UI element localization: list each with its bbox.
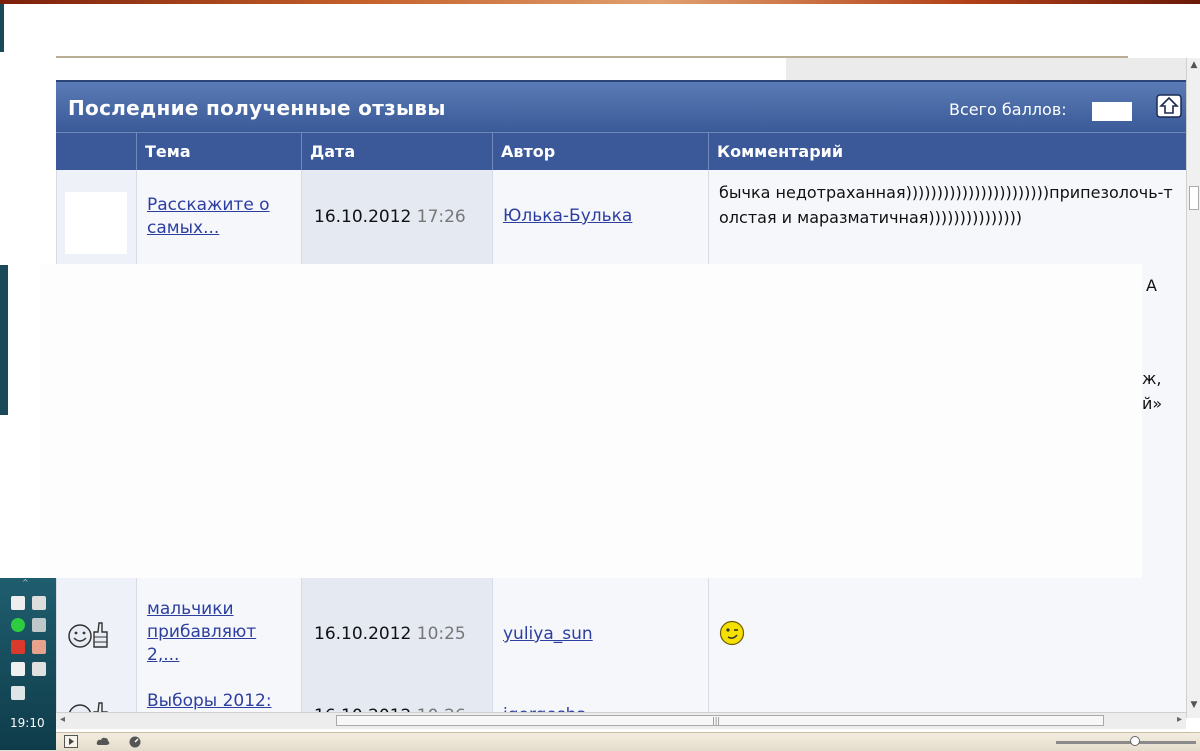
author-link[interactable]: Юлька-Булька <box>503 205 632 228</box>
overlay-panel <box>40 264 1142 578</box>
smiley-thumbs-up-icon <box>68 622 108 648</box>
scroll-up-icon[interactable]: ▲ <box>1188 60 1200 72</box>
topic-cell: Расскажите о самых... <box>136 170 301 264</box>
cloud-icon[interactable] <box>96 735 110 748</box>
play-icon[interactable] <box>64 735 78 748</box>
webcam-icon[interactable] <box>11 596 25 610</box>
left-edge-decoration-mid <box>0 265 8 415</box>
clock-time[interactable]: 19:10 <box>10 716 45 730</box>
topic-link[interactable]: Выборы 2012: <box>147 690 272 713</box>
zoom-slider[interactable] <box>1056 741 1196 744</box>
topic-cell: Выборы 2012: <box>136 680 301 714</box>
date-value: 16.10.2012 10:25 <box>314 624 466 644</box>
date-cell: 16.10.2012 10:25 <box>301 588 492 680</box>
col-header-topic[interactable]: Тема <box>136 133 301 171</box>
author-link[interactable]: yuliya_sun <box>503 623 593 646</box>
row-icon-cell <box>56 170 136 264</box>
scrollbar-thumb[interactable]: ||| <box>336 715 1104 726</box>
scrollbar-thumb[interactable] <box>1189 186 1199 210</box>
status-online-icon[interactable] <box>11 618 25 632</box>
date-cell: 16.10.2012 17:26 <box>301 170 492 264</box>
vertical-scrollbar[interactable]: ▲ ▼ <box>1186 58 1200 718</box>
col-header-date[interactable]: Дата <box>301 133 492 171</box>
horizontal-scrollbar[interactable]: ◂ ||| ▸ <box>56 712 1186 729</box>
gauge-icon[interactable] <box>128 735 142 748</box>
col-header-author[interactable]: Автор <box>492 133 708 171</box>
topic-link[interactable]: Расскажите о самых... <box>147 194 301 240</box>
speaker-muted-icon[interactable] <box>32 640 46 654</box>
smiley-wink-icon <box>719 620 745 646</box>
table-row: Расскажите о самых... 16.10.2012 17:26 Ю… <box>56 170 1186 266</box>
left-edge-decoration <box>0 4 4 52</box>
network-icon[interactable] <box>32 596 46 610</box>
total-points-value <box>1092 102 1132 121</box>
row-icon-cell <box>56 588 136 680</box>
avatar <box>65 192 127 254</box>
comment-cell <box>708 588 1186 680</box>
display-icon[interactable] <box>11 686 25 700</box>
tray-expand-icon[interactable]: ^ <box>22 578 29 587</box>
monitor-icon[interactable] <box>32 618 46 632</box>
comment-cell <box>708 680 1186 714</box>
topic-link[interactable]: мальчики прибавляют 2,... <box>147 598 267 667</box>
system-tray: ^ 19:10 <box>0 578 56 750</box>
scroll-right-icon[interactable]: ▸ <box>1177 714 1182 725</box>
bottom-toolbar <box>0 732 1200 751</box>
comment-fragment: А <box>1146 276 1157 295</box>
window-top-strip <box>0 0 1200 4</box>
scroll-left-icon[interactable]: ◂ <box>60 714 65 725</box>
table-header: Тема Дата Автор Комментарий <box>56 132 1186 171</box>
col-header-comment[interactable]: Комментарий <box>708 133 1186 171</box>
grip-icon: ||| <box>712 716 721 725</box>
up-arrow-home-icon[interactable] <box>1156 94 1182 118</box>
comment-fragment: ж, <box>1142 369 1162 388</box>
total-points-label: Всего баллов: <box>949 100 1067 119</box>
table-row: мальчики прибавляют 2,... 16.10.2012 10:… <box>56 588 1186 682</box>
author-cell: yuliya_sun <box>492 588 708 680</box>
zoom-slider-knob[interactable] <box>1130 736 1140 746</box>
table-row: Выборы 2012: 16.10.2012 10:26 igorgosha <box>56 680 1186 714</box>
author-cell: Юлька-Булька <box>492 170 708 264</box>
comment-text: бычка недотраханная)))))))))))))))))))))… <box>719 183 1173 227</box>
antivirus-icon[interactable] <box>11 640 25 654</box>
row-icon-cell <box>56 680 136 714</box>
comment-fragment: й» <box>1142 394 1163 413</box>
page-gray-block <box>786 58 1186 80</box>
comment-cell: бычка недотраханная)))))))))))))))))))))… <box>708 170 1186 264</box>
scroll-down-icon[interactable]: ▼ <box>1188 700 1200 712</box>
date-cell: 16.10.2012 10:26 <box>301 680 492 714</box>
topic-cell: мальчики прибавляют 2,... <box>136 588 301 680</box>
widget-header: Последние полученные отзывы Всего баллов… <box>56 80 1186 132</box>
col-header-icon <box>56 133 136 171</box>
volume-icon[interactable] <box>32 662 46 676</box>
date-value: 16.10.2012 17:26 <box>314 207 466 227</box>
author-cell: igorgosha <box>492 680 708 714</box>
widget-title: Последние полученные отзывы <box>68 96 446 120</box>
flag-icon[interactable] <box>11 662 25 676</box>
